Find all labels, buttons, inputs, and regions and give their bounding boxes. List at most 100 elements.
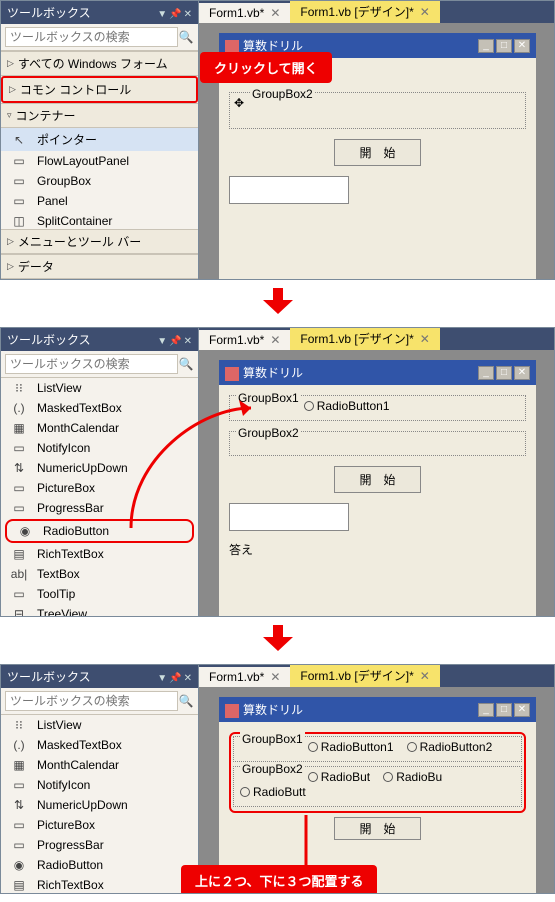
item-listview[interactable]: ⁝⁝ListView [1,378,198,398]
category-windows-forms[interactable]: ▷すべての Windows フォーム [1,51,198,76]
close-icon[interactable]: ✕ [184,9,192,20]
item-notifyicon[interactable]: ▭NotifyIcon [1,775,198,795]
toolbox: ツールボックス ▼📌✕ 🔍 ▷すべての Windows フォーム ▷コモン コン… [1,1,199,279]
item-pointer[interactable]: ↖ポインター [1,128,198,151]
close-icon[interactable]: ✕ [514,703,530,717]
tab-design[interactable]: Form1.vb [デザイン]*✕ [290,327,439,350]
groupbox1[interactable]: GroupBox1 RadioButton1 [229,395,526,421]
radiobutton1[interactable]: RadioButton1 [304,399,390,413]
textbox[interactable] [229,503,349,531]
form-body[interactable]: GroupBox1 RadioButton1 RadioButton2 Grou… [219,722,536,860]
radiobutton-c[interactable]: RadioButt [240,785,306,799]
minimize-icon[interactable]: _ [478,366,494,380]
minimize-icon[interactable]: _ [478,39,494,53]
maximize-icon[interactable]: □ [496,39,512,53]
item-radiobutton[interactable]: ◉RadioButton [1,855,198,875]
item-picturebox[interactable]: ▭PictureBox [1,815,198,835]
tab-code[interactable]: Form1.vb*✕ [199,3,290,23]
category-data[interactable]: ▷データ [1,254,198,279]
item-richtextbox[interactable]: ▤RichTextBox [1,875,198,893]
notifyicon-icon: ▭ [11,441,27,455]
tab-design[interactable]: Form1.vb [デザイン]*✕ [290,664,439,687]
maximize-icon[interactable]: □ [496,703,512,717]
item-notifyicon[interactable]: ▭NotifyIcon [1,438,198,458]
close-icon[interactable]: ✕ [514,366,530,380]
radiobutton-icon: ◉ [17,524,33,538]
toolbox-title: ツールボックス ▼📌✕ [1,328,198,351]
radiobutton1[interactable]: RadioButton1 [308,740,394,754]
dropdown-icon[interactable]: ▼ [157,9,167,20]
item-numericupdown[interactable]: ⇅NumericUpDown [1,458,198,478]
item-groupbox[interactable]: ▭GroupBox [1,171,198,191]
item-listview[interactable]: ⁝⁝ListView [1,715,198,735]
radiobutton-b[interactable]: RadioBu [383,770,442,784]
pin-icon[interactable]: 📌 [169,9,181,20]
progressbar-icon: ▭ [11,501,27,515]
step3-panel: ツールボックス ▼📌✕ 🔍 ⁝⁝ListView (.)MaskedTextBo… [0,664,555,894]
close-tab-icon[interactable]: ✕ [270,333,280,347]
search-icon[interactable]: 🔍 [178,30,194,44]
search-input[interactable] [5,354,178,374]
start-button[interactable]: 開 始 [334,466,420,493]
groupbox2[interactable]: GroupBox2 [229,431,526,456]
item-numericupdown[interactable]: ⇅NumericUpDown [1,795,198,815]
tab-design[interactable]: Form1.vb [デザイン]*✕ [290,0,439,23]
form-body[interactable]: GroupBox1 RadioButton1 GroupBox2 開 始 答え [219,385,536,568]
move-icon[interactable]: ✥ [234,96,244,110]
pin-icon[interactable]: 📌 [169,336,181,347]
dropdown-icon[interactable]: ▼ [157,673,167,684]
search-input[interactable] [5,27,178,47]
close-icon[interactable]: ✕ [184,673,192,684]
item-richtextbox[interactable]: ▤RichTextBox [1,544,198,564]
groupbox2-label: GroupBox2 [250,87,315,101]
groupbox2[interactable]: GroupBox2 RadioBut RadioBu RadioButt [233,766,522,807]
radiobutton-a[interactable]: RadioBut [308,770,370,784]
form-titlebar[interactable]: 算数ドリル _□✕ [219,360,536,385]
radiobutton2[interactable]: RadioButton2 [407,740,493,754]
tab-code[interactable]: Form1.vb*✕ [199,667,290,687]
close-tab-icon[interactable]: ✕ [270,670,280,684]
item-radiobutton[interactable]: ◉RadioButton [5,519,194,543]
item-monthcalendar[interactable]: ▦MonthCalendar [1,755,198,775]
designer-surface[interactable]: Form1.vb*✕ Form1.vb [デザイン]*✕ 算数ドリル _□✕ ✥… [199,1,554,279]
close-icon[interactable]: ✕ [514,39,530,53]
close-icon[interactable]: ✕ [184,336,192,347]
designer-surface[interactable]: Form1.vb*✕ Form1.vb [デザイン]*✕ 算数ドリル _□✕ G… [199,328,554,616]
designer-surface[interactable]: Form1.vb*✕ Form1.vb [デザイン]*✕ 算数ドリル _□✕ G… [199,665,554,893]
item-maskedtextbox[interactable]: (.)MaskedTextBox [1,398,198,418]
item-monthcalendar[interactable]: ▦MonthCalendar [1,418,198,438]
minimize-icon[interactable]: _ [478,703,494,717]
maximize-icon[interactable]: □ [496,366,512,380]
close-tab-icon[interactable]: ✕ [270,6,280,20]
form-titlebar[interactable]: 算数ドリル _□✕ [219,697,536,722]
start-button[interactable]: 開 始 [334,817,420,840]
item-tooltip[interactable]: ▭ToolTip [1,584,198,604]
item-picturebox[interactable]: ▭PictureBox [1,478,198,498]
close-tab-icon[interactable]: ✕ [420,5,430,19]
category-containers[interactable]: ▿コンテナー [1,103,198,128]
item-treeview[interactable]: ⊟TreeView [1,604,198,616]
close-tab-icon[interactable]: ✕ [420,332,430,346]
groupbox2[interactable]: ✥ GroupBox2 [229,92,526,129]
search-input[interactable] [5,691,178,711]
start-button[interactable]: 開 始 [334,139,420,166]
textbox[interactable] [229,176,349,204]
groupbox1[interactable]: GroupBox1 RadioButton1 RadioButton2 [233,736,522,762]
expand-icon: ▷ [7,58,14,69]
form-window[interactable]: 算数ドリル _□✕ GroupBox1 RadioButton1 GroupBo… [219,360,536,617]
category-menu[interactable]: ▷メニューとツール バー [1,229,198,254]
tab-code[interactable]: Form1.vb*✕ [199,330,290,350]
item-progressbar[interactable]: ▭ProgressBar [1,835,198,855]
item-flowlayoutpanel[interactable]: ▭FlowLayoutPanel [1,151,198,171]
dropdown-icon[interactable]: ▼ [157,336,167,347]
close-tab-icon[interactable]: ✕ [420,669,430,683]
item-panel[interactable]: ▭Panel [1,191,198,211]
item-progressbar[interactable]: ▭ProgressBar [1,498,198,518]
item-textbox[interactable]: ab|TextBox [1,564,198,584]
pin-icon[interactable]: 📌 [169,673,181,684]
search-icon[interactable]: 🔍 [178,357,194,371]
category-common-controls[interactable]: ▷コモン コントロール [1,76,198,103]
item-splitcontainer[interactable]: ◫SplitContainer [1,211,198,229]
item-maskedtextbox[interactable]: (.)MaskedTextBox [1,735,198,755]
search-icon[interactable]: 🔍 [178,694,194,708]
